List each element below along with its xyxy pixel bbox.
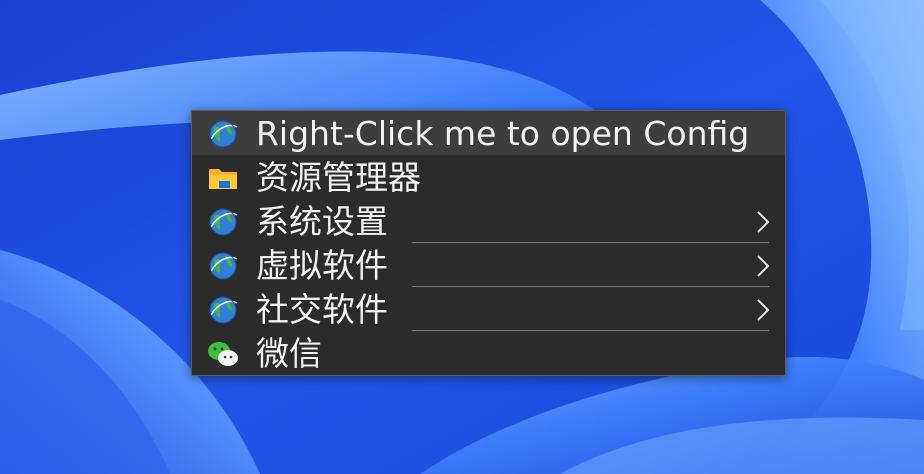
chevron-right-icon bbox=[755, 253, 771, 279]
chevron-right-icon bbox=[755, 209, 771, 235]
wechat-icon bbox=[206, 339, 240, 369]
menu-item-label: 虚拟软件 bbox=[256, 246, 388, 285]
menu-item-label: Right-Click me to open Config bbox=[256, 114, 750, 153]
menu-item-file-explorer[interactable]: 资源管理器 bbox=[192, 155, 785, 199]
menu-item-virtual-software[interactable]: 虚拟软件 bbox=[192, 243, 785, 287]
menu-item-open-config[interactable]: Right-Click me to open Config bbox=[192, 111, 785, 155]
globe-icon bbox=[206, 251, 240, 281]
menu-item-label: 资源管理器 bbox=[256, 158, 421, 197]
menu-separator bbox=[412, 242, 769, 243]
globe-icon bbox=[206, 119, 240, 149]
menu-item-label: 社交软件 bbox=[256, 290, 388, 329]
menu-separator bbox=[412, 330, 769, 331]
menu-item-label: 微信 bbox=[256, 334, 322, 373]
menu-item-system-settings[interactable]: 系统设置 bbox=[192, 199, 785, 243]
globe-icon bbox=[206, 207, 240, 237]
context-menu: Right-Click me to open Config 资源管理器 系统设置 bbox=[191, 110, 786, 376]
globe-icon bbox=[206, 295, 240, 325]
menu-item-label: 系统设置 bbox=[256, 202, 388, 241]
menu-separator bbox=[412, 286, 769, 287]
menu-item-social-software[interactable]: 社交软件 bbox=[192, 287, 785, 331]
chevron-right-icon bbox=[755, 297, 771, 323]
menu-item-wechat[interactable]: 微信 bbox=[192, 331, 785, 375]
folder-icon bbox=[206, 163, 240, 193]
